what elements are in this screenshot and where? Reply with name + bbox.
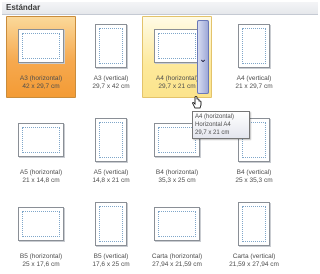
thumbnail-area	[77, 17, 145, 75]
section-header: Estándar	[2, 2, 318, 15]
thumbnail-area	[220, 17, 288, 75]
margin-guide	[22, 211, 60, 237]
item-name: A5 (vertical)	[93, 169, 129, 176]
gallery-item[interactable]: A5 (horizontal) 21 x 14,8 cm	[6, 110, 76, 192]
margin-guide	[158, 211, 196, 237]
thumbnail-area	[220, 195, 288, 253]
item-caption: B4 (vertical) 25 x 35,3 cm	[220, 169, 288, 185]
portrait-page-icon	[238, 24, 270, 68]
margin-guide	[22, 33, 60, 59]
item-size: 27,94 x 21,59 cm	[152, 261, 202, 268]
item-caption: B5 (horizontal) 25 x 17,6 cm	[7, 253, 75, 269]
gallery-item[interactable]: Carta (horizontal) 27,94 x 21,59 cm	[142, 194, 212, 274]
item-caption: B5 (vertical) 17,6 x 25 cm	[77, 253, 145, 269]
item-size: 29,7 x 42 cm	[92, 83, 130, 90]
landscape-page-icon	[18, 29, 64, 63]
item-size: 21 x 29,7 cm	[235, 83, 273, 90]
gallery-item[interactable]: A3 (vertical) 29,7 x 42 cm	[76, 16, 146, 98]
item-name: Carta (vertical)	[232, 253, 276, 260]
landscape-page-icon	[154, 207, 200, 241]
margin-guide	[242, 28, 266, 64]
item-name: B5 (vertical)	[93, 253, 129, 260]
item-caption: A4 (vertical) 21 x 29,7 cm	[220, 75, 288, 91]
margin-guide	[99, 28, 123, 64]
item-size: 25 x 35,3 cm	[235, 177, 273, 184]
gallery-item[interactable]: Carta (vertical) 21,59 x 27,94 cm	[219, 194, 289, 274]
chevron-down-icon: ⌄	[199, 55, 207, 65]
thumbnail-area	[7, 111, 75, 169]
portrait-page-icon	[95, 24, 127, 68]
item-caption: A5 (horizontal) 21 x 14,8 cm	[7, 169, 75, 185]
margin-guide	[158, 33, 196, 59]
item-caption: B4 (horizontal) 35,3 x 25 cm	[143, 169, 211, 185]
item-caption: Carta (vertical) 21,59 x 27,94 cm	[220, 253, 288, 269]
item-caption: A3 (horizontal) 42 x 29,7 cm	[7, 75, 75, 91]
section-title: Estándar	[6, 3, 41, 12]
item-name: A3 (vertical)	[93, 75, 129, 82]
landscape-page-icon	[18, 207, 64, 241]
tooltip-description: Horizontal A4	[195, 122, 231, 128]
gallery-scroll-down-button[interactable]: ⌄	[197, 20, 209, 94]
tooltip: A4 (horizontal) Horizontal A4 29,7 x 21 …	[192, 111, 250, 139]
item-name: B4 (horizontal)	[155, 169, 199, 176]
margin-guide	[158, 127, 196, 153]
gallery-item[interactable]: A5 (vertical) 14,8 x 21 cm	[76, 110, 146, 192]
thumbnail-area	[7, 17, 75, 75]
margin-guide	[22, 127, 60, 153]
item-name: A4 (vertical)	[236, 75, 272, 82]
gallery-item[interactable]: B5 (vertical) 17,6 x 25 cm	[76, 194, 146, 274]
thumbnail-area	[143, 195, 211, 253]
item-size: 21 x 14,8 cm	[22, 177, 60, 184]
item-size: 21,59 x 27,94 cm	[229, 261, 279, 268]
thumbnail-area	[77, 195, 145, 253]
item-name: B4 (vertical)	[236, 169, 272, 176]
landscape-page-icon	[154, 29, 200, 63]
gallery-item[interactable]: A4 (vertical) 21 x 29,7 cm	[219, 16, 289, 98]
tooltip-title: A4 (horizontal)	[195, 114, 235, 120]
item-caption: A5 (vertical) 14,8 x 21 cm	[77, 169, 145, 185]
tooltip-size: 29,7 x 21 cm	[195, 130, 230, 136]
margin-guide	[99, 122, 123, 158]
page-size-gallery: Estándar A3 (horizontal) 42 x 29,7 cm A3 (…	[0, 0, 320, 274]
margin-guide	[99, 206, 123, 242]
item-size: 35,3 x 25 cm	[158, 177, 196, 184]
margin-guide	[242, 206, 266, 242]
gallery-item[interactable]: A3 (horizontal) 42 x 29,7 cm	[6, 16, 76, 98]
item-name: B5 (horizontal)	[19, 253, 63, 260]
hand-cursor-icon	[192, 96, 202, 109]
item-caption: A3 (vertical) 29,7 x 42 cm	[77, 75, 145, 91]
item-size: 25 x 17,6 cm	[22, 261, 60, 268]
item-size: 14,8 x 21 cm	[92, 177, 130, 184]
item-caption: Carta (horizontal) 27,94 x 21,59 cm	[143, 253, 211, 269]
portrait-page-icon	[95, 118, 127, 162]
item-size: 42 x 29,7 cm	[22, 83, 60, 90]
gallery-item[interactable]: B5 (horizontal) 25 x 17,6 cm	[6, 194, 76, 274]
item-size: 17,6 x 25 cm	[92, 261, 130, 268]
portrait-page-icon	[238, 202, 270, 246]
item-name: Carta (horizontal)	[151, 253, 203, 260]
thumbnail-area	[7, 195, 75, 253]
landscape-page-icon	[18, 123, 64, 157]
portrait-page-icon	[95, 202, 127, 246]
item-name: A3 (horizontal)	[19, 75, 63, 82]
item-name: A5 (horizontal)	[19, 169, 63, 176]
thumbnail-area	[77, 111, 145, 169]
